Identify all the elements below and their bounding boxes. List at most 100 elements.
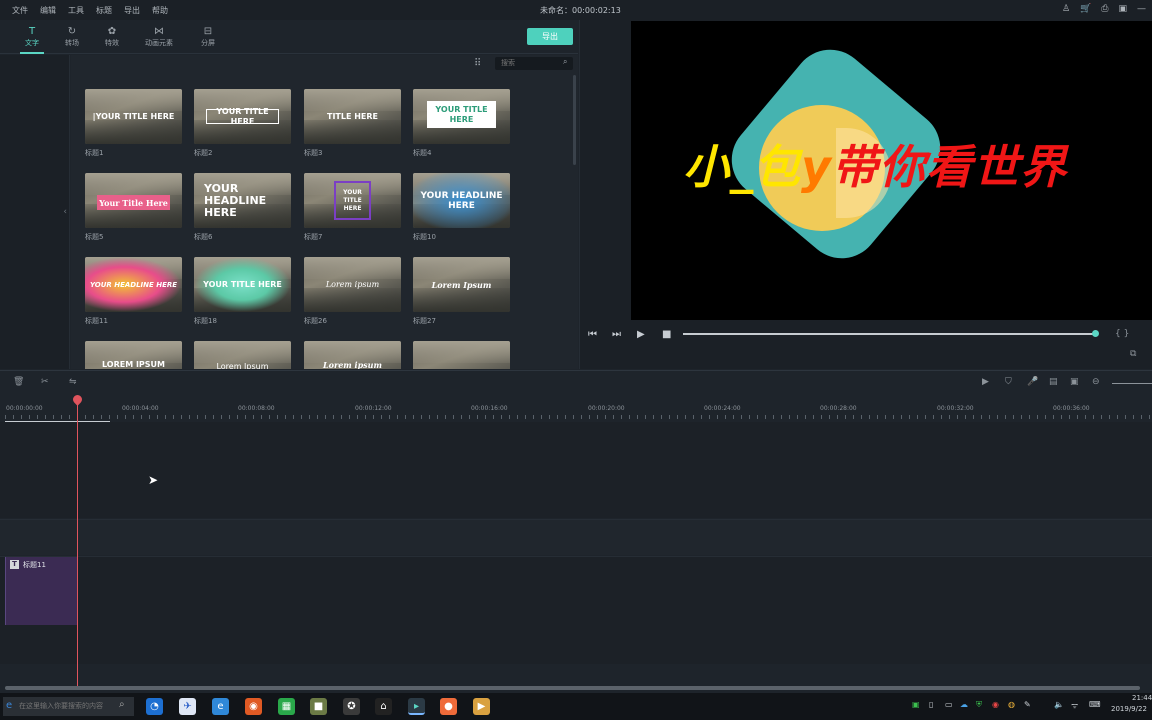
zoom-slider[interactable]: [1112, 383, 1152, 384]
chrome-icon[interactable]: ◍: [1008, 700, 1015, 709]
render-icon[interactable]: ▶: [982, 377, 989, 387]
title-thumb-5[interactable]: Your Title Here: [85, 173, 182, 228]
taskbar-search-input[interactable]: [3, 697, 134, 716]
timeline-ruler[interactable]: 00:00:00:00 00:00:04:00 00:00:08:00 00:0…: [0, 396, 1152, 422]
snapshot-icon[interactable]: ⧉: [1130, 349, 1136, 359]
mark-in-out-icon[interactable]: { }: [1115, 329, 1129, 339]
thumb-label: 标题5: [85, 233, 104, 241]
timeline-track[interactable]: [0, 519, 1152, 555]
save-icon[interactable]: ⎙: [1101, 4, 1108, 14]
title-thumb-2[interactable]: YOUR TITLE HERE: [194, 89, 291, 144]
thumb-caption: Lorem Ipsum: [431, 279, 492, 290]
title-thumb[interactable]: [413, 341, 510, 369]
play-icon[interactable]: ▶: [637, 329, 645, 340]
title-thumb-7[interactable]: YOUR TITLE HERE: [304, 173, 401, 228]
adjust-icon[interactable]: ⇋: [69, 377, 77, 387]
title-thumb[interactable]: Lorem Ipsum: [194, 341, 291, 369]
maximize-icon[interactable]: ▣: [1118, 4, 1127, 14]
library-scrollbar[interactable]: [573, 75, 576, 165]
title-thumb-1[interactable]: |YOUR TITLE HERE: [85, 89, 182, 144]
title-thumb-6[interactable]: YOUR HEADLINE HERE: [194, 173, 291, 228]
usb-icon[interactable]: ▯: [929, 700, 933, 709]
menu-edit[interactable]: 编辑: [40, 5, 56, 16]
menu-title[interactable]: 标题: [96, 5, 112, 16]
collapse-sidebar-icon[interactable]: ‹: [63, 207, 67, 217]
title-thumb-18[interactable]: YOUR TITLE HERE: [194, 257, 291, 312]
title-thumb-27[interactable]: Lorem Ipsum: [413, 257, 510, 312]
menu-tools[interactable]: 工具: [68, 5, 84, 16]
taskbar-clock[interactable]: 21:44: [1132, 694, 1152, 702]
network-drive-icon[interactable]: ▭: [945, 700, 953, 709]
tray-app-icon[interactable]: ▣: [912, 700, 920, 709]
ime-icon[interactable]: ⌨: [1089, 700, 1101, 709]
progress-handle[interactable]: [1092, 330, 1099, 337]
export-button[interactable]: 导出: [527, 28, 573, 45]
grid-view-icon[interactable]: ⠿: [474, 58, 481, 69]
hat-icon[interactable]: ⌂: [375, 698, 392, 715]
thumb-caption: Lorem ipsum: [323, 360, 382, 369]
tab-text-label: 文字: [25, 39, 39, 47]
title-thumb-3[interactable]: TITLE HERE: [304, 89, 401, 144]
title-thumb-26[interactable]: Lorem ipsum: [304, 257, 401, 312]
iqiyi-icon[interactable]: ▦: [278, 698, 295, 715]
filmora-icon[interactable]: ▸: [408, 698, 425, 715]
timeline-toolbar: 🗑 ✂ ⇋ ▶ ⛉ 🎤 ▤ ▣ ⊖: [0, 370, 1152, 396]
tab-text[interactable]: T 文字: [14, 26, 50, 54]
paint-icon[interactable]: ●: [440, 698, 457, 715]
playback-progress-bar[interactable]: [683, 333, 1095, 335]
cut-icon[interactable]: ✂: [41, 377, 49, 387]
taskbar-date[interactable]: 2019/9/22: [1111, 705, 1147, 713]
menu-export[interactable]: 导出: [124, 5, 140, 16]
volume-icon[interactable]: 🔈: [1054, 700, 1064, 709]
title-thumb-11[interactable]: YOUR HEADLINE HERE: [85, 257, 182, 312]
thumb-caption: YOUR TITLE HERE: [206, 107, 279, 126]
tab-elements[interactable]: ⋈ 动画元素: [141, 26, 177, 48]
menu-help[interactable]: 帮助: [152, 5, 168, 16]
pip-icon[interactable]: ▣: [1070, 377, 1079, 387]
zoom-out-icon[interactable]: ⊖: [1092, 377, 1100, 387]
minecraft-icon[interactable]: ■: [310, 698, 327, 715]
title-clip[interactable]: T 标题11: [5, 557, 78, 625]
shield-icon[interactable]: ✪: [343, 698, 360, 715]
cart-icon[interactable]: 🛒: [1080, 4, 1091, 14]
stop-icon[interactable]: ■: [662, 329, 671, 340]
thumb-label: 标题3: [304, 149, 323, 157]
voiceover-icon[interactable]: 🎤: [1027, 377, 1038, 387]
messenger-icon[interactable]: ✈: [179, 698, 196, 715]
delete-icon[interactable]: 🗑: [13, 377, 24, 387]
ie-browser-icon[interactable]: e: [212, 698, 229, 715]
playhead[interactable]: [77, 396, 78, 686]
tab-transition[interactable]: ↻ 转场: [54, 26, 90, 48]
transition-icon: ↻: [67, 26, 77, 37]
next-frame-icon[interactable]: ⏭: [612, 329, 621, 340]
antivirus-icon[interactable]: ◉: [992, 700, 999, 709]
cloud-icon[interactable]: ☁: [960, 700, 968, 709]
title-thumb-4[interactable]: YOUR TITLE HERE: [413, 89, 510, 144]
timeline-track[interactable]: [0, 422, 1152, 518]
qq-icon[interactable]: ◔: [146, 698, 163, 715]
marker-icon[interactable]: ⛉: [1005, 377, 1012, 387]
search-icon[interactable]: ⌕: [563, 57, 567, 67]
thumb-caption: YOUR TITLE HERE: [427, 101, 496, 128]
search-input[interactable]: [495, 57, 573, 70]
previous-frame-icon[interactable]: ⏮: [588, 329, 597, 340]
wifi-icon[interactable]: ᯤ: [1071, 700, 1078, 711]
timeline-track[interactable]: [0, 556, 1152, 664]
title-thumb[interactable]: Lorem ipsum: [304, 341, 401, 369]
minimize-icon[interactable]: —: [1137, 4, 1146, 14]
security-icon[interactable]: ⛨: [976, 700, 982, 710]
account-icon[interactable]: ♙: [1062, 4, 1070, 14]
firefox-icon[interactable]: ◉: [245, 698, 262, 715]
tab-effects[interactable]: ✿ 特效: [94, 26, 130, 48]
search-icon[interactable]: ⌕: [119, 699, 125, 710]
tab-split-screen[interactable]: ⊟ 分屏: [190, 26, 226, 48]
menu-file[interactable]: 文件: [12, 5, 28, 16]
media-player-icon[interactable]: ▶: [473, 698, 490, 715]
preview-title-text: 小_包y带你看世界: [683, 140, 1067, 194]
title-thumb[interactable]: LOREM IPSUM: [85, 341, 182, 369]
mixer-icon[interactable]: ▤: [1049, 377, 1058, 387]
pen-icon[interactable]: ✎: [1024, 700, 1031, 709]
timeline-scrollbar[interactable]: [5, 686, 1140, 690]
title-thumb-10[interactable]: YOUR HEADLINE HERE: [413, 173, 510, 228]
preview-canvas[interactable]: 小_包y带你看世界: [631, 21, 1152, 320]
